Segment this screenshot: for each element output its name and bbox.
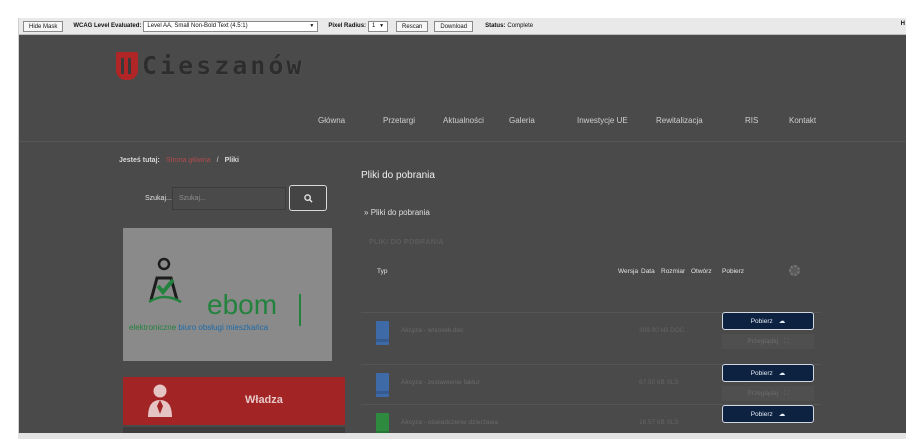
preview-label: Przeglądaj	[747, 390, 779, 397]
breadcrumb-home-link[interactable]: Strona główna	[166, 157, 211, 164]
wcag-toolbar: Hide Mask WCAG Level Evaluated: Level AA…	[19, 18, 906, 35]
file-row: Akcyza - oświadczenie dzierżawa 16.57 kB…	[361, 404, 821, 436]
nav-item-ris[interactable]: RIS	[745, 116, 758, 125]
expand-icon: ⛶	[784, 337, 789, 345]
preview-label: Przeglądaj	[747, 338, 779, 345]
download-button[interactable]: Pobierz ☁	[722, 405, 814, 423]
breadcrumb-separator: /	[216, 157, 219, 164]
file-row: Akcyza - zestawienie faktur 67.50 kB XLS…	[361, 364, 821, 407]
gear-icon[interactable]	[789, 265, 800, 276]
page-viewport: Hide Mask WCAG Level Evaluated: Level AA…	[18, 18, 906, 436]
files-category-toggle[interactable]: » Pliki do pobrania	[364, 208, 430, 217]
hide-mask-button[interactable]: Hide Mask	[23, 20, 64, 32]
search-label: Szukaj...	[145, 195, 172, 202]
expand-icon: ⛶	[784, 389, 789, 397]
wcag-level-value: Level AA, Small Non-Bold Text (4.5:1)	[147, 22, 248, 29]
file-name[interactable]: Akcyza - zestawienie faktur	[401, 379, 480, 386]
logo-text: Cieszanów	[142, 51, 305, 80]
person-check-icon	[148, 257, 182, 304]
wcag-level-label: WCAG Level Evaluated:	[73, 23, 142, 29]
wcag-level-select[interactable]: Level AA, Small Non-Bold Text (4.5:1) ▼	[143, 20, 319, 32]
main-nav: Główna Przetargi Aktualności Galeria Inw…	[19, 116, 906, 130]
files-table-header: Typ Wersja Data Rozmiar Otwórz Pobierz	[361, 262, 821, 282]
nav-item-kontakt[interactable]: Kontakt	[789, 116, 816, 125]
file-row: Akcyza - wniosek.doc 309.90 kB DOC Pobie…	[361, 312, 821, 355]
pixel-radius-label: Pixel Radius:	[328, 23, 367, 29]
breadcrumb-prefix: Jesteś tutaj:	[119, 157, 160, 164]
ebom-banner[interactable]: ebom elektroniczne biuro obsługi mieszka…	[123, 228, 332, 361]
bottom-scrollbar[interactable]	[18, 433, 906, 439]
page-title: Pliki do pobrania	[361, 170, 435, 181]
column-date[interactable]: Data	[641, 268, 655, 275]
ebom-tagline-green: elektroniczne	[129, 323, 177, 332]
column-size[interactable]: Rozmiar	[661, 268, 685, 275]
status-label: Status:	[485, 23, 506, 29]
nav-item-glowna[interactable]: Główna	[318, 116, 345, 125]
toolbar-edge-glyph: H	[900, 21, 905, 27]
column-type[interactable]: Typ	[377, 268, 387, 275]
column-download[interactable]: Pobierz	[722, 268, 744, 275]
status-value: Complete	[507, 23, 534, 29]
doc-file-icon	[376, 373, 389, 397]
browser-frame: Hide Mask WCAG Level Evaluated: Level AA…	[0, 0, 915, 439]
pixel-radius-select[interactable]: 1 ▼	[368, 20, 389, 32]
column-hits[interactable]: Otwórz	[691, 268, 712, 275]
download-label: Pobierz	[750, 369, 773, 377]
rescan-button[interactable]: Rescan	[396, 20, 429, 32]
ebom-tagline: elektroniczne biuro obsługi mieszkańca	[129, 323, 268, 332]
cloud-download-icon: ☁	[778, 318, 786, 325]
file-name[interactable]: Akcyza - wniosek.doc	[401, 327, 464, 334]
search-icon	[303, 193, 313, 203]
cloud-download-icon: ☁	[778, 411, 786, 418]
search-input[interactable]: Szukaj...	[172, 187, 286, 210]
download-button[interactable]: Pobierz ☁	[722, 312, 814, 330]
cloud-download-icon: ☁	[778, 370, 786, 377]
download-label: Pobierz	[750, 317, 773, 325]
nav-item-rewitalizacja[interactable]: Rewitalizacja	[656, 116, 703, 125]
file-meta: 67.50 kB XLS	[639, 379, 679, 386]
file-meta: 16.57 kB XLS	[639, 419, 679, 426]
pixel-radius-value: 1	[372, 22, 376, 29]
ebom-wordmark: ebom	[207, 289, 278, 320]
breadcrumb: Jesteś tutaj: Strona główna / Pliki	[119, 157, 239, 164]
ebom-divider	[299, 294, 301, 326]
right-scrollbar[interactable]	[906, 18, 915, 439]
official-person-icon	[148, 384, 172, 417]
nav-item-aktualnosci[interactable]: Aktualności	[443, 116, 484, 125]
double-chevron-right-icon: »	[364, 208, 369, 217]
file-meta: 309.90 kB DOC	[639, 327, 685, 334]
site-logo[interactable]: Cieszanów	[116, 51, 304, 80]
ebom-tagline-blue: biuro obsługi mieszkańca	[178, 323, 269, 332]
download-label: Pobierz	[750, 410, 773, 418]
column-version[interactable]: Wersja	[618, 268, 638, 275]
doc-file-icon	[376, 321, 389, 345]
chevron-down-icon: ▼	[309, 22, 315, 29]
breadcrumb-current: Pliki	[224, 157, 239, 164]
files-category-label: Pliki do pobrania	[370, 208, 430, 217]
preview-button[interactable]: Przeglądaj ⛶	[722, 334, 814, 349]
nav-item-galeria[interactable]: Galeria	[509, 116, 535, 125]
chevron-down-icon: ▼	[379, 22, 385, 29]
search-button[interactable]	[289, 185, 327, 211]
coat-of-arms-icon	[116, 51, 138, 80]
nav-item-inwestycje-ue[interactable]: Inwestycje UE	[577, 116, 628, 125]
ebom-logo: ebom	[147, 256, 317, 326]
wladza-label: Władza	[245, 394, 283, 406]
wladza-banner[interactable]: Władza	[123, 377, 345, 425]
nav-item-przetargi[interactable]: Przetargi	[383, 116, 415, 125]
header-divider	[19, 141, 906, 142]
preview-button[interactable]: Przeglądaj ⛶	[722, 386, 814, 401]
download-button[interactable]: Pobierz ☁	[722, 364, 814, 382]
file-name[interactable]: Akcyza - oświadczenie dzierżawa	[401, 419, 498, 426]
download-report-button[interactable]: Download	[434, 20, 474, 32]
files-section-heading: PLIKI DO POBRANIA	[369, 239, 444, 246]
